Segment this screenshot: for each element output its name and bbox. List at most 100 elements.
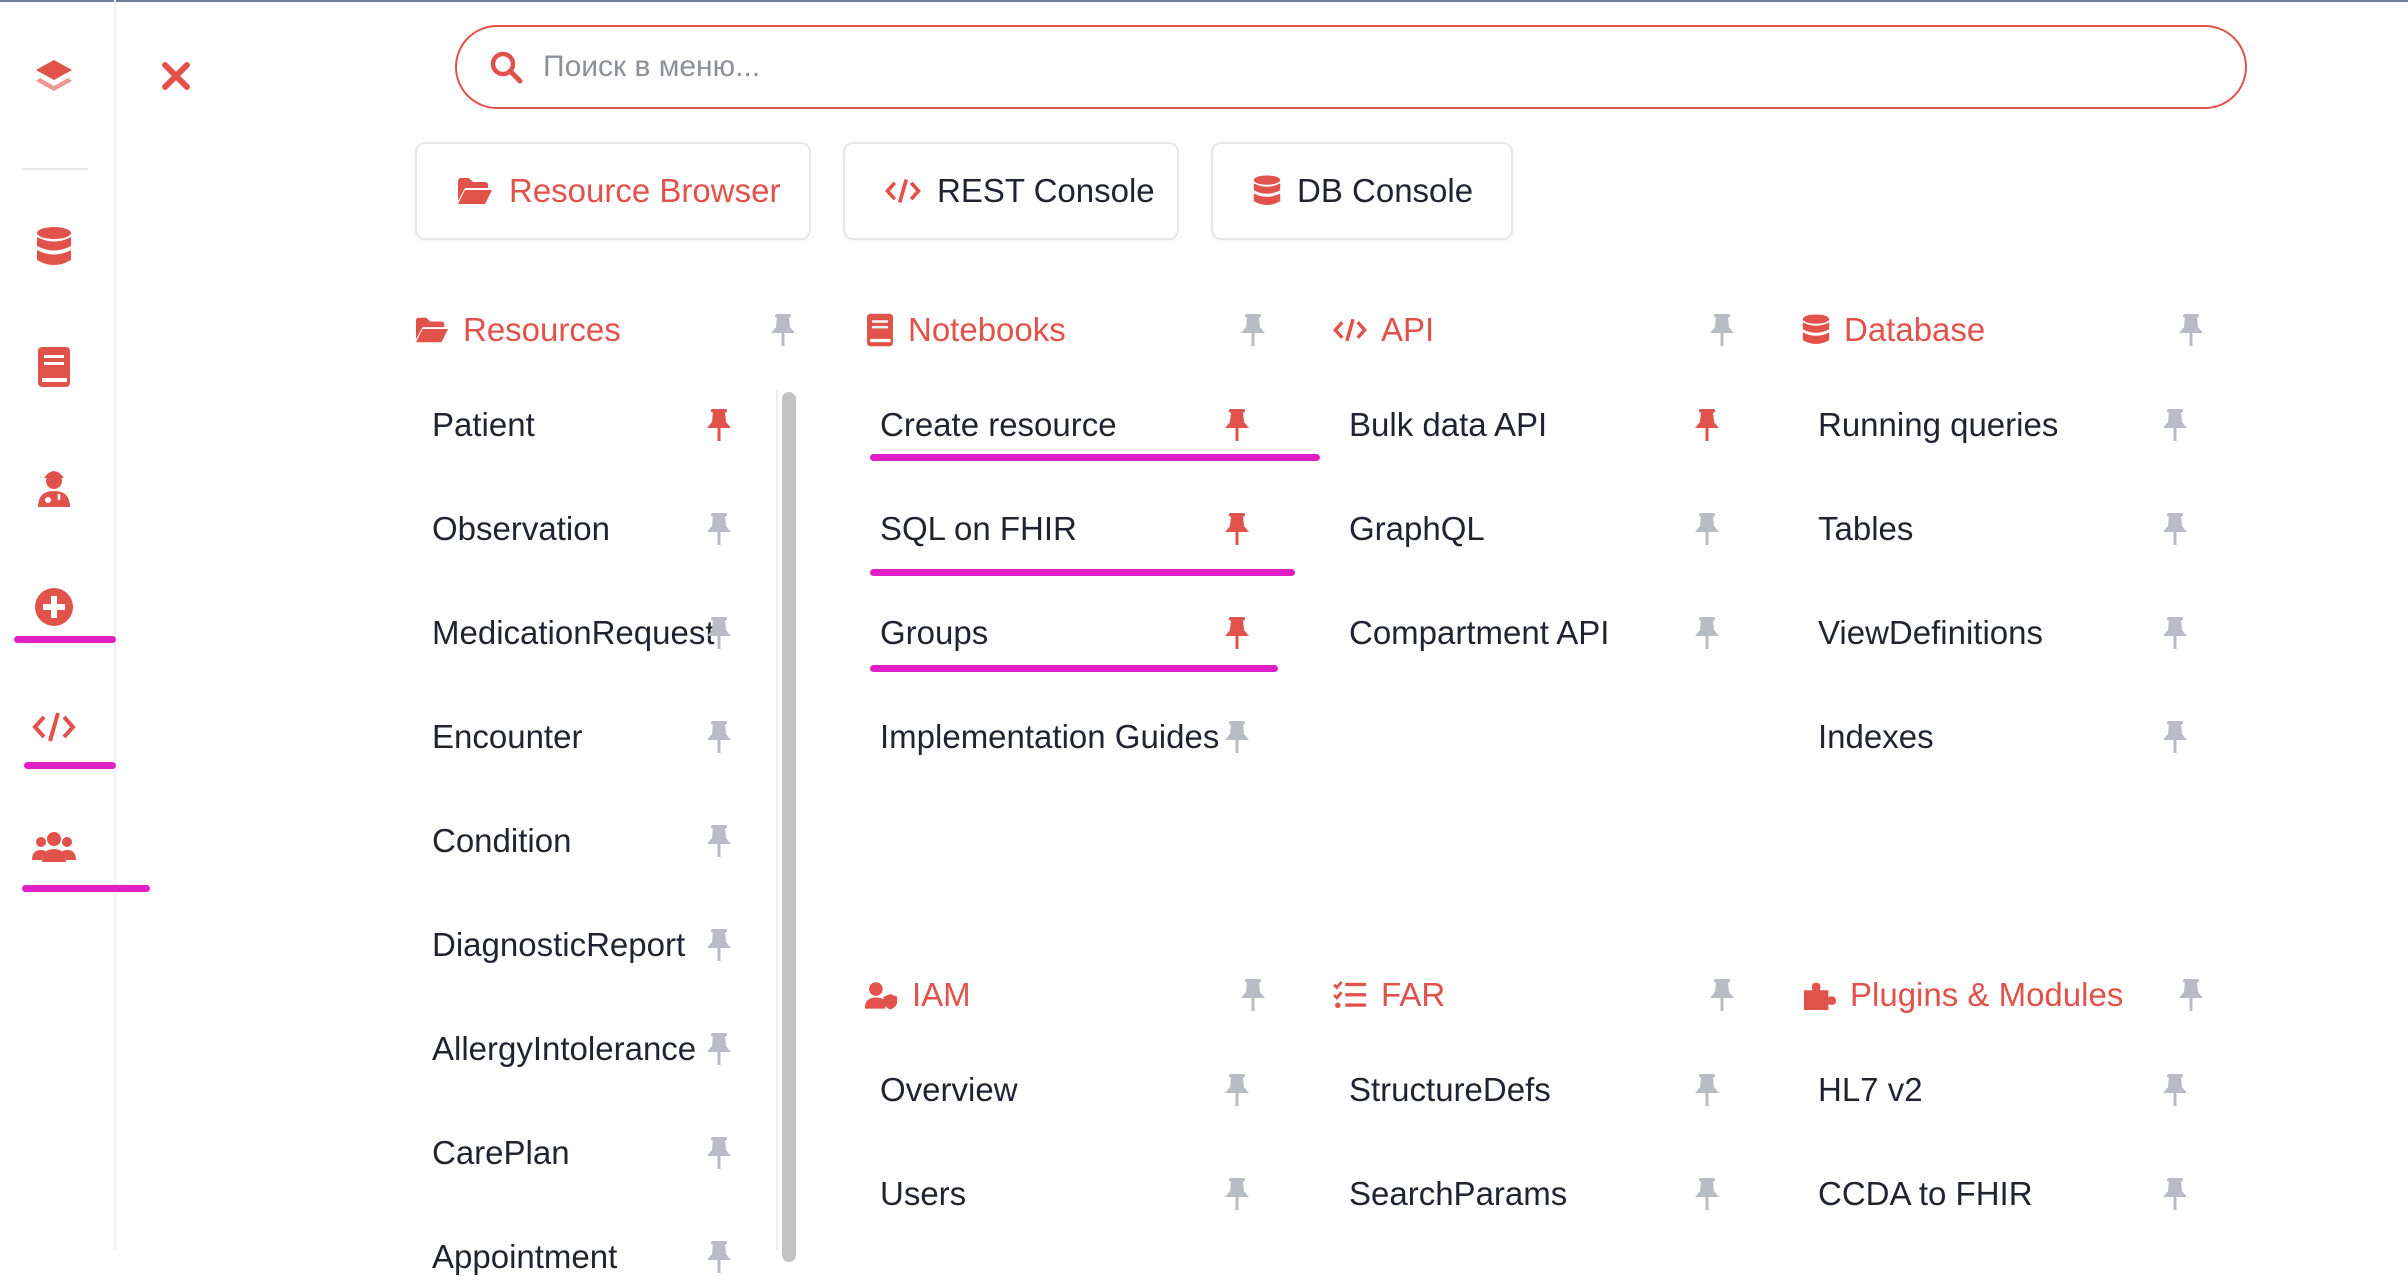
pin-icon[interactable]	[1690, 1174, 1724, 1214]
notebook-icon[interactable]	[24, 337, 84, 397]
menu-item[interactable]: Indexes	[1818, 712, 1934, 762]
resources-icon	[415, 316, 463, 344]
search-icon	[490, 51, 523, 84]
users-icon[interactable]	[24, 817, 84, 877]
section-header-iam: IAM	[864, 970, 971, 1020]
menu-item[interactable]: Compartment API	[1349, 608, 1609, 658]
search-input[interactable]	[541, 49, 2145, 85]
far-icon	[1333, 980, 1381, 1010]
rest-console-button[interactable]: REST Console	[843, 142, 1179, 240]
menu-item[interactable]: ViewDefinitions	[1818, 608, 2043, 658]
pin-icon[interactable]	[1690, 1070, 1724, 1110]
pin-icon[interactable]	[702, 509, 736, 549]
pin-icon[interactable]	[1690, 613, 1724, 653]
pin-icon[interactable]	[2158, 613, 2192, 653]
pin-icon[interactable]	[1236, 310, 1270, 350]
menu-item[interactable]: Running queries	[1818, 400, 2058, 450]
section-title: FAR	[1381, 976, 1446, 1013]
pin-icon[interactable]	[2174, 975, 2208, 1015]
menu-item[interactable]: Encounter	[432, 712, 582, 762]
section-title: Plugins & Modules	[1850, 976, 2124, 1013]
pin-icon[interactable]	[2158, 405, 2192, 445]
section-header-notebooks: Notebooks	[866, 305, 1066, 355]
menu-item[interactable]: Patient	[432, 400, 535, 450]
section-title: API	[1381, 311, 1435, 348]
pin-icon[interactable]	[1220, 1174, 1254, 1214]
menu-item[interactable]: Bulk data API	[1349, 400, 1547, 450]
pin-icon[interactable]	[702, 613, 736, 653]
highlight-underline	[870, 454, 1320, 461]
resource-browser-label: Resource Browser	[509, 172, 781, 209]
rest-console-label: REST Console	[937, 172, 1155, 209]
pin-icon[interactable]	[702, 405, 736, 445]
pin-icon[interactable]	[702, 925, 736, 965]
resources-scrollbar[interactable]	[776, 390, 798, 1262]
pin-icon[interactable]	[766, 310, 800, 350]
pin-icon[interactable]	[1220, 613, 1254, 653]
section-header-api: API	[1333, 305, 1434, 355]
pin-icon[interactable]	[1220, 717, 1254, 757]
pin-icon[interactable]	[702, 1133, 736, 1173]
window-top-line	[0, 0, 2408, 2]
db-console-button[interactable]: DB Console	[1211, 142, 1513, 240]
menu-item[interactable]: GraphQL	[1349, 504, 1485, 554]
highlight-underline	[14, 636, 116, 643]
highlight-underline	[870, 665, 1278, 672]
highlight-underline	[22, 885, 150, 892]
menu-item[interactable]: MedicationRequest	[432, 608, 715, 658]
pin-icon[interactable]	[2174, 310, 2208, 350]
layers-icon[interactable]	[24, 46, 84, 106]
menu-item[interactable]: Create resource	[880, 400, 1117, 450]
pin-icon[interactable]	[1690, 509, 1724, 549]
menu-item[interactable]: StructureDefs	[1349, 1065, 1551, 1115]
section-header-database: Database	[1802, 305, 1985, 355]
menu-item[interactable]: HL7 v2	[1818, 1065, 1923, 1115]
menu-search	[455, 25, 2247, 109]
pin-icon[interactable]	[2158, 717, 2192, 757]
menu-item[interactable]: SQL on FHIR	[880, 504, 1077, 554]
plugins-icon	[1802, 979, 1850, 1011]
pin-icon[interactable]	[702, 717, 736, 757]
pin-icon[interactable]	[1220, 509, 1254, 549]
pin-icon[interactable]	[2158, 509, 2192, 549]
user-doctor-icon[interactable]	[24, 457, 84, 517]
menu-item[interactable]: CarePlan	[432, 1128, 570, 1178]
database-icon	[1253, 175, 1281, 205]
menu-item[interactable]: Appointment	[432, 1232, 617, 1282]
plus-circle-icon[interactable]	[24, 577, 84, 637]
pin-icon[interactable]	[1220, 1070, 1254, 1110]
iam-icon	[864, 980, 912, 1010]
scrollbar-thumb[interactable]	[782, 392, 796, 1262]
resource-browser-button[interactable]: Resource Browser	[415, 142, 811, 240]
folder-open-icon	[458, 178, 492, 204]
menu-item[interactable]: CCDA to FHIR	[1818, 1169, 2033, 1219]
menu-item[interactable]: Users	[880, 1169, 966, 1219]
menu-item[interactable]: Groups	[880, 608, 988, 658]
pin-icon[interactable]	[1690, 405, 1724, 445]
notebooks-icon	[866, 313, 908, 347]
pin-icon[interactable]	[702, 1029, 736, 1069]
section-header-resources: Resources	[415, 305, 621, 355]
pin-icon[interactable]	[1705, 310, 1739, 350]
menu-item[interactable]: Overview	[880, 1065, 1018, 1115]
menu-item[interactable]: Observation	[432, 504, 610, 554]
pin-icon[interactable]	[1220, 405, 1254, 445]
pin-icon[interactable]	[2158, 1070, 2192, 1110]
pin-icon[interactable]	[1236, 975, 1270, 1015]
menu-item[interactable]: SearchParams	[1349, 1169, 1567, 1219]
section-title: Notebooks	[908, 311, 1066, 348]
menu-item[interactable]: Implementation Guides	[880, 712, 1219, 762]
close-button[interactable]	[150, 50, 202, 102]
database-icon[interactable]	[24, 217, 84, 277]
pin-icon[interactable]	[702, 1237, 736, 1277]
pin-icon[interactable]	[702, 821, 736, 861]
api-icon	[1333, 317, 1381, 343]
menu-item[interactable]: DiagnosticReport	[432, 920, 685, 970]
pin-icon[interactable]	[1705, 975, 1739, 1015]
menu-item[interactable]: Condition	[432, 816, 571, 866]
menu-item[interactable]: Tables	[1818, 504, 1913, 554]
code-icon[interactable]	[24, 697, 84, 757]
pin-icon[interactable]	[2158, 1174, 2192, 1214]
highlight-underline	[24, 762, 116, 769]
menu-item[interactable]: AllergyIntolerance	[432, 1024, 696, 1074]
